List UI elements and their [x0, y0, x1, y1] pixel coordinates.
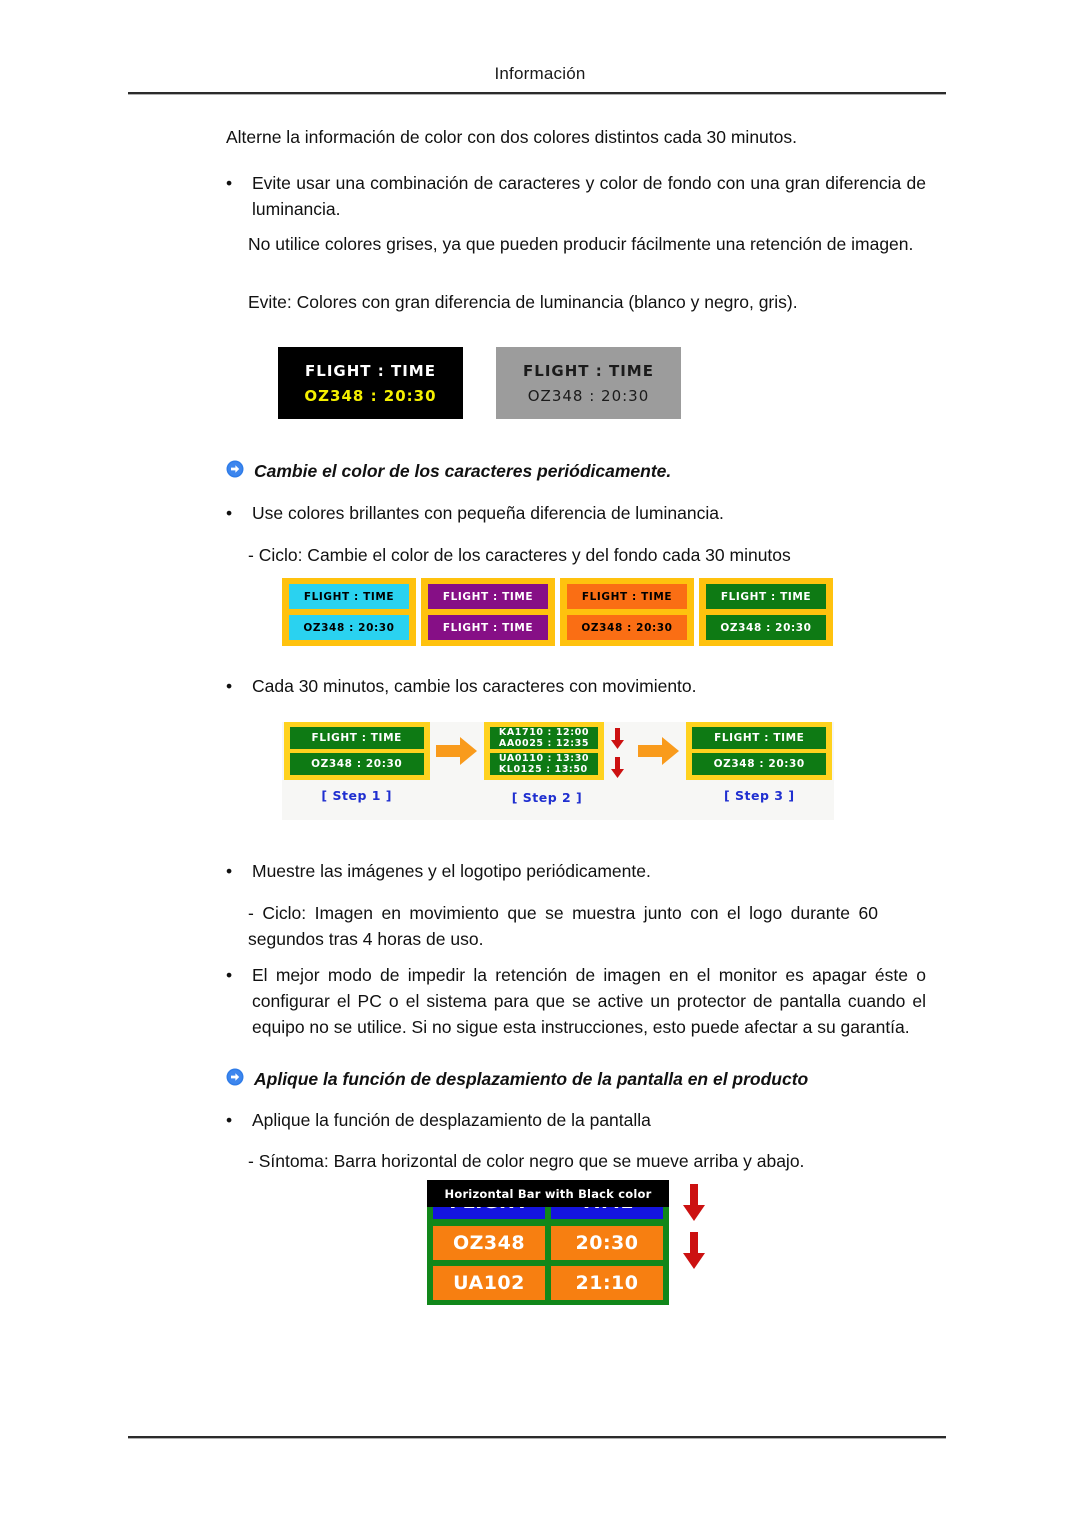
footer-divider [128, 1436, 946, 1439]
bullet-marker: • [226, 676, 233, 696]
scroll-line-d: KL0125 : 13:50 [498, 764, 588, 775]
step-cell-scroll-bottom: UA0110 : 13:30 KL0125 : 13:50 [489, 753, 598, 775]
blue-arrow-icon [226, 460, 248, 482]
document-page: Información Alterne la información de co… [0, 0, 1080, 1527]
arrow-heading-2: Aplique la función de desplazamiento de … [226, 1067, 946, 1091]
arrow-heading-text: Aplique la función de desplazamiento de … [254, 1069, 809, 1089]
cycle-cell-value: FLIGHT : TIME [428, 615, 548, 640]
step-cell-header: FLIGHT : TIME [692, 727, 827, 749]
cycle-cell-header: FLIGHT : TIME [567, 584, 687, 609]
panel-line-value: OZ348 : 20:30 [527, 386, 650, 405]
bullet-item-3: • Cada 30 minutos, cambie los caracteres… [226, 673, 926, 699]
step-label-3: [ Step 3 ] [723, 788, 795, 803]
figure-step-sequence: FLIGHT : TIME OZ348 : 20:30 [ Step 1 ] K… [282, 722, 834, 820]
scroll-line-c: UA0110 : 13:30 [498, 753, 590, 764]
step-down-arrows [604, 722, 632, 782]
bullet-item-5: • El mejor modo de impedir la retención … [226, 962, 926, 1040]
bullet-marker: • [226, 173, 233, 193]
step-column-2: KA1710 : 12:00 AA0025 : 12:35 UA0110 : 1… [483, 722, 632, 805]
step-screen-1: FLIGHT : TIME OZ348 : 20:30 [283, 722, 430, 780]
paragraph-evite: Evite: Colores con gran diferencia de lu… [248, 292, 798, 312]
figure-color-cycle: FLIGHT : TIME OZ348 : 20:30 FLIGHT : TIM… [282, 578, 833, 646]
step-cell-value: OZ348 : 20:30 [289, 753, 424, 775]
bullet-item-2: • Use colores brillantes con pequeña dif… [226, 500, 926, 526]
sub-text-sintoma: - Síntoma: Barra horizontal de color neg… [248, 1151, 805, 1171]
bullet-text: Cada 30 minutos, cambie los caracteres c… [252, 676, 697, 696]
bar-cell-flightno: OZ348 [433, 1225, 545, 1260]
flight-panel-gray: FLIGHT : TIME OZ348 : 20:30 [496, 347, 681, 419]
sub-text-ciclo-imagen: - Ciclo: Imagen en movimiento que se mue… [248, 903, 878, 949]
bullet-item-1: • Evite usar una combinación de caracter… [226, 170, 926, 222]
cycle-cell-value: OZ348 : 20:30 [706, 615, 826, 640]
cycle-panel-orange: FLIGHT : TIME OZ348 : 20:30 [560, 578, 694, 646]
step-screen-3: FLIGHT : TIME OZ348 : 20:30 [686, 722, 833, 780]
panel-line-value: OZ348 : 20:30 [304, 386, 437, 405]
arrow-heading-1: Cambie el color de los caracteres periód… [226, 459, 926, 483]
cycle-cell-header: FLIGHT : TIME [289, 584, 409, 609]
black-bar-overlay: Horizontal Bar with Black color [427, 1180, 669, 1207]
panel-line-header: FLIGHT : TIME [305, 361, 436, 380]
bullet-item-4: • Muestre las imágenes y el logotipo per… [226, 858, 926, 884]
bar-cell-flightno: UA102 [433, 1266, 545, 1300]
bar-down-arrows [677, 1180, 711, 1284]
down-arrow-icon [611, 756, 625, 778]
bar-cell-timeval: 21:10 [551, 1266, 663, 1300]
step-cell-scroll-top: KA1710 : 12:00 AA0025 : 12:35 [489, 727, 598, 749]
cycle-cell-value: OZ348 : 20:30 [567, 615, 687, 640]
cycle-cell-header: FLIGHT : TIME [706, 584, 826, 609]
bullet-text: Aplique la función de desplazamiento de … [252, 1110, 651, 1130]
bullet-text: El mejor modo de impedir la retención de… [252, 965, 926, 1037]
step-cell-value: OZ348 : 20:30 [692, 753, 827, 775]
cycle-panel-cyan: FLIGHT : TIME OZ348 : 20:30 [282, 578, 416, 646]
bullet-text: Use colores brillantes con pequeña difer… [252, 503, 724, 523]
step-right-arrow-2 [633, 722, 685, 780]
scroll-line-b: AA0025 : 12:35 [498, 738, 590, 749]
step-right-arrow-1 [431, 722, 483, 780]
down-arrow-icon [683, 1232, 705, 1269]
sub-text-ciclo-color: - Ciclo: Cambie el color de los caracter… [248, 545, 791, 565]
page-title: Información [494, 64, 586, 83]
cycle-cell-header: FLIGHT : TIME [428, 584, 548, 609]
bar-row-2: UA102 21:10 [433, 1266, 663, 1300]
step-cell-header: FLIGHT : TIME [289, 727, 424, 749]
cycle-panel-green: FLIGHT : TIME OZ348 : 20:30 [699, 578, 833, 646]
step-column-3: FLIGHT : TIME OZ348 : 20:30 [ Step 3 ] [685, 722, 834, 803]
bullet-text: Evite usar una combinación de caracteres… [252, 173, 926, 219]
bullet-marker: • [226, 861, 233, 881]
scroll-line-a: KA1710 : 12:00 [498, 727, 590, 738]
bar-cell-timeval: 20:30 [551, 1225, 663, 1260]
cycle-cell-value: OZ348 : 20:30 [289, 615, 409, 640]
arrow-heading-text: Cambie el color de los caracteres periód… [254, 461, 672, 481]
bullet-item-6: • Aplique la función de desplazamiento d… [226, 1107, 926, 1133]
bar-row-1: OZ348 20:30 [433, 1225, 663, 1260]
panel-line-header: FLIGHT : TIME [523, 361, 654, 380]
step-label-2: [ Step 2 ] [511, 790, 583, 805]
header-divider [128, 92, 946, 95]
bullet-marker: • [226, 503, 233, 523]
step-column-1: FLIGHT : TIME OZ348 : 20:30 [ Step 1 ] [282, 722, 431, 803]
blue-arrow-icon [226, 1068, 248, 1090]
step-screen-2: KA1710 : 12:00 AA0025 : 12:35 UA0110 : 1… [483, 722, 604, 780]
figure-horizontal-bar: FLIGHT TIME OZ348 20:30 UA102 21:10 Hori… [427, 1180, 705, 1305]
bullet-marker: • [226, 965, 233, 985]
lead-paragraph: Alterne la información de color con dos … [226, 127, 797, 147]
cycle-panel-purple: FLIGHT : TIME FLIGHT : TIME [421, 578, 555, 646]
down-arrow-icon [683, 1184, 705, 1221]
bullet-text: Muestre las imágenes y el logotipo perió… [252, 861, 651, 881]
step-label-1: [ Step 1 ] [321, 788, 393, 803]
bullet-marker: • [226, 1110, 233, 1130]
down-arrow-icon [611, 727, 625, 749]
paragraph-grises: No utilice colores grises, ya que pueden… [248, 234, 914, 254]
flight-panel-black: FLIGHT : TIME OZ348 : 20:30 [278, 347, 463, 419]
